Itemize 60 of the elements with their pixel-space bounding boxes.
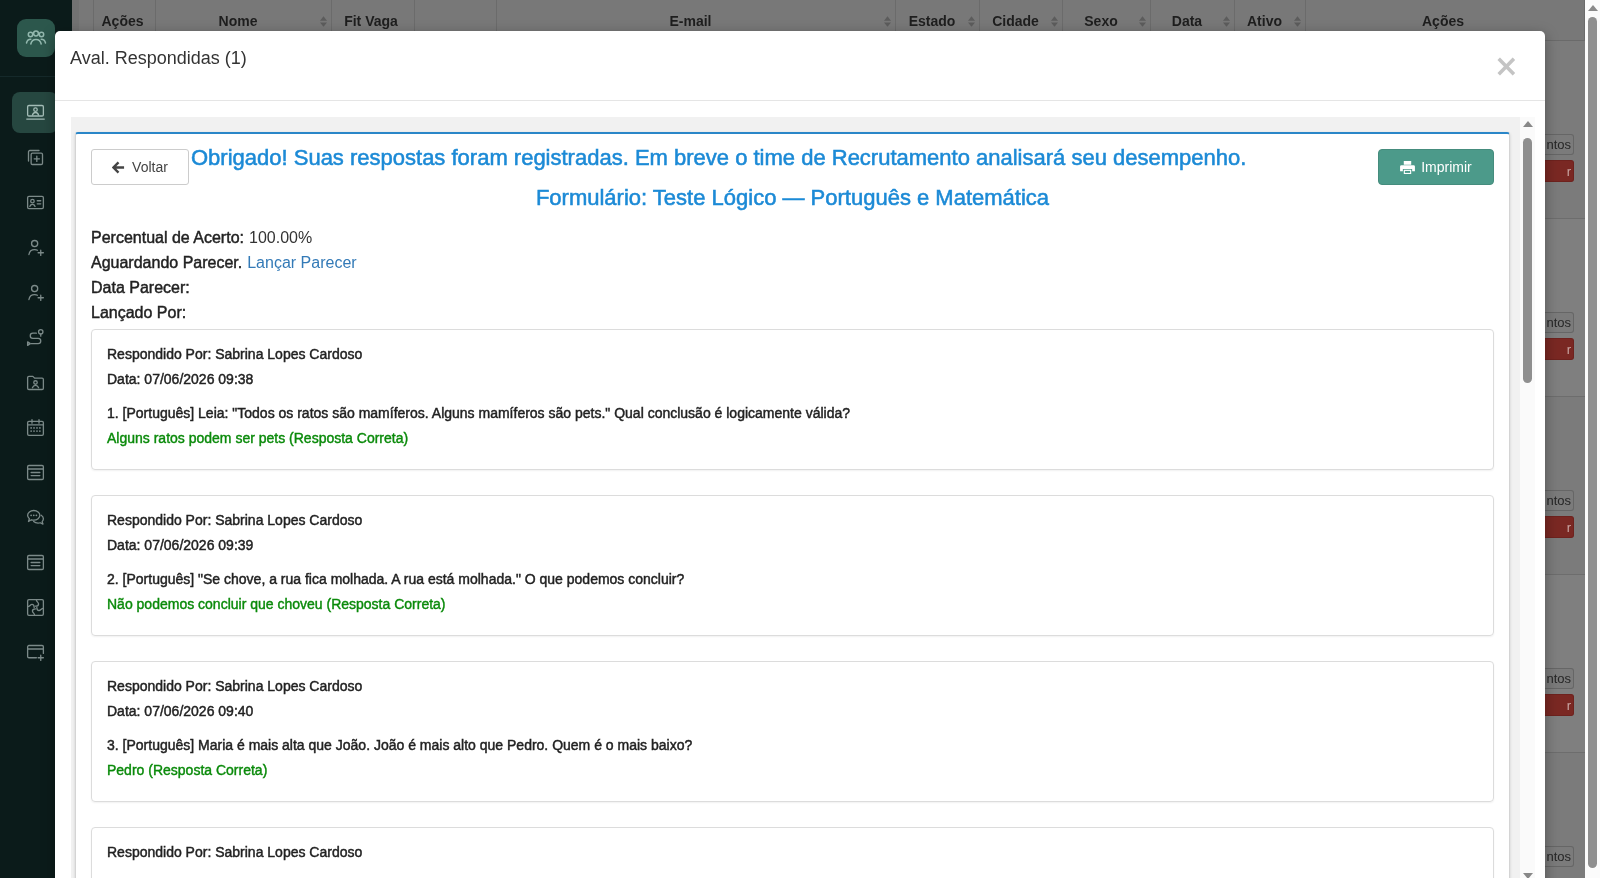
chat-icon <box>24 507 46 528</box>
calendar-icon <box>24 417 46 438</box>
answer-text: Pedro (Resposta Correta) <box>107 761 269 780</box>
respondent-text: Respondido Por: Sabrina Lopes Cardoso <box>107 677 364 696</box>
back-button[interactable]: Voltar <box>91 149 189 185</box>
row-action-button[interactable]: ntos <box>1544 846 1574 867</box>
question-text: 3. [Português] Maria é mais alta que João. João é mais alto que Pedro. Quem é o mais baixo? <box>107 736 694 755</box>
row-action-button[interactable]: r <box>1544 516 1574 538</box>
scrollbar-thumb[interactable] <box>1588 17 1597 868</box>
row-action-button[interactable]: ntos <box>1544 668 1574 689</box>
field-label: Percentual de Acerto: <box>91 228 244 248</box>
row-action-button[interactable]: r <box>1544 694 1574 716</box>
monitor-user-icon <box>24 102 46 123</box>
column-header: Ações <box>101 13 144 29</box>
question-text: 1. [Português] Leia: "Todos os ratos são mamíferos. Alguns mamíferos são pets." Qual conclusão é logicamente válida? <box>107 404 851 423</box>
column-header[interactable]: Ativo <box>1247 13 1282 29</box>
row-action-button[interactable]: ntos <box>1544 134 1574 155</box>
modal-title: Aval. Respondidas (1) <box>70 47 247 70</box>
down-triangle-icon[interactable] <box>1522 873 1533 878</box>
people-group-icon[interactable] <box>17 19 55 57</box>
answer-date: Data: 07/06/2026 09:40 <box>107 702 255 721</box>
scrollbar-thumb[interactable] <box>1523 138 1532 383</box>
respondent-text: Respondido Por: Sabrina Lopes Cardoso <box>107 511 364 530</box>
left-arrow-icon <box>112 160 126 174</box>
row-action-button[interactable]: ntos <box>1544 490 1574 511</box>
column-header: Fit Vaga <box>344 13 398 29</box>
column-header: Ações <box>1422 13 1464 29</box>
row-action-button[interactable]: r <box>1544 160 1574 182</box>
answer-date: Data: 07/06/2026 09:38 <box>107 370 255 389</box>
form-title: Formulário: Teste Lógico — Português e Matemática <box>534 184 1051 212</box>
field-value: 100.00% <box>249 228 313 248</box>
up-triangle-icon[interactable] <box>1522 121 1533 127</box>
question-text: 2. [Português] "Se chove, a rua fica molhada. A rua está molhada." O que podemos concluir? <box>107 570 686 589</box>
printer-icon <box>1400 160 1416 174</box>
nav-item[interactable] <box>12 92 58 133</box>
answer-text: Não podemos concluir que choveu (Resposta Correta) <box>107 595 447 614</box>
field-label: Data Parecer: <box>91 278 190 298</box>
column-header[interactable]: Estado <box>908 13 956 29</box>
print-button[interactable]: Imprimir <box>1378 149 1494 185</box>
column-header[interactable]: Data <box>1171 13 1203 29</box>
answer-text: Alguns ratos podem ser pets (Resposta Correta) <box>107 429 410 448</box>
answer-date: Data: 07/06/2026 09:39 <box>107 536 255 555</box>
up-triangle-icon[interactable] <box>1587 5 1598 11</box>
column-header[interactable]: Nome <box>218 13 258 29</box>
field-label: Aguardando Parecer. <box>91 253 243 273</box>
column-header[interactable]: Sexo <box>1084 13 1118 29</box>
puzzle-icon <box>24 597 46 618</box>
window-list-icon <box>24 552 46 573</box>
row-action-button[interactable]: ntos <box>1544 312 1574 333</box>
field-label: Lançado Por: <box>91 303 187 323</box>
column-header[interactable]: E-mail <box>669 13 712 29</box>
respondent-text: Respondido Por: Sabrina Lopes Cardoso <box>107 345 364 364</box>
window-list-icon <box>24 462 46 483</box>
success-message: Obrigado! Suas respostas foram registradas. Em breve o time de Recrutamento analisará seu desempenho. <box>191 145 1248 171</box>
column-header[interactable]: Cidade <box>992 13 1039 29</box>
window-plus-icon <box>24 642 46 663</box>
respondent-text: Respondido Por: Sabrina Lopes Cardoso <box>107 843 364 862</box>
route-icon <box>24 327 46 348</box>
row-action-button[interactable]: r <box>1544 338 1574 360</box>
review-link[interactable]: Lançar Parecer <box>247 250 357 275</box>
